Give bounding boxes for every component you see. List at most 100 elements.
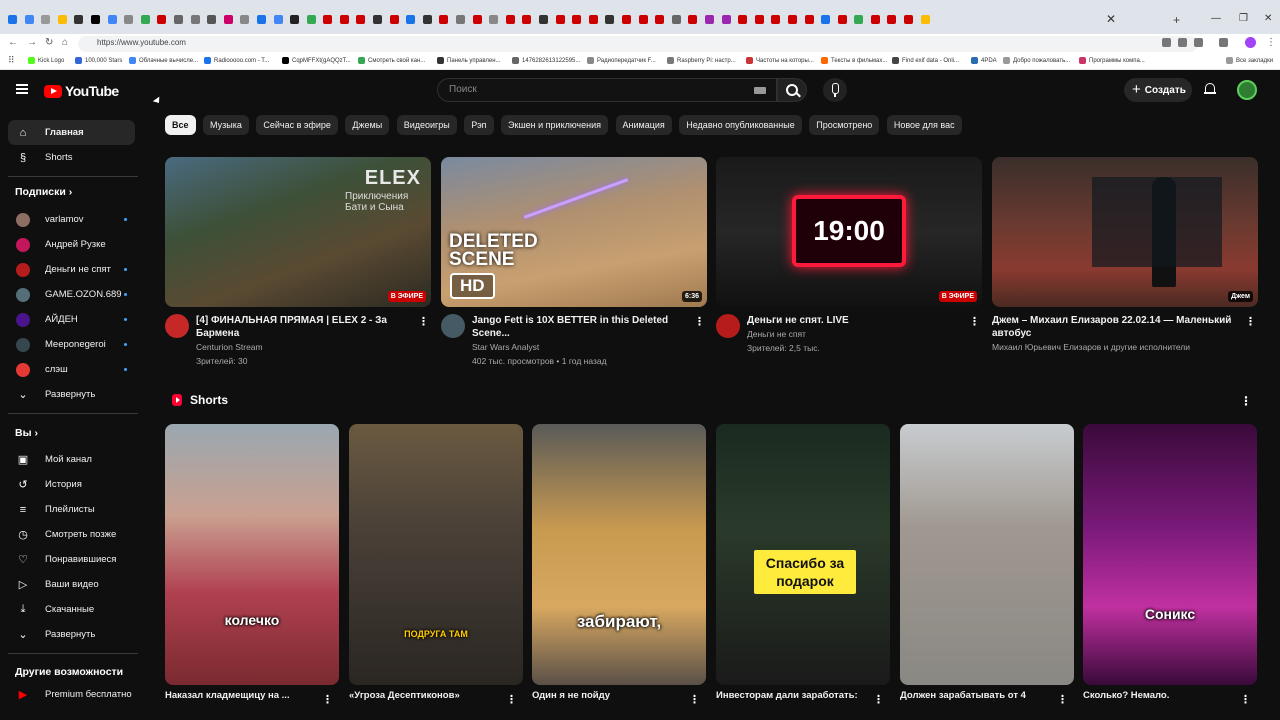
sidebar-item-you[interactable]: ♡ Понравившиеся [8, 547, 135, 572]
more-options-icon[interactable]: ⋮ [1245, 315, 1256, 328]
short-title[interactable]: Сколько? Немало. [1083, 690, 1257, 701]
tab-favicon[interactable] [539, 15, 548, 24]
video-thumbnail[interactable]: ELEX Приключения Бати и Сына В ЭФИРЕ [165, 157, 431, 307]
video-thumbnail[interactable]: 19:00 В ЭФИРЕ [716, 157, 982, 307]
filter-chip[interactable]: Джемы [345, 115, 390, 135]
sidebar-item-subscription[interactable]: Деньги не спят [8, 257, 135, 282]
home-browser-icon[interactable]: ⌂ [62, 37, 68, 48]
short-thumbnail[interactable]: Соникс [1083, 424, 1257, 685]
tab-favicon[interactable] [273, 15, 283, 24]
tab-favicon[interactable] [887, 15, 897, 24]
tab-favicon[interactable] [306, 15, 316, 24]
bookmark-item[interactable]: Панель управлен... [437, 57, 501, 64]
browser-menu-icon[interactable]: ⋮ [1266, 37, 1276, 48]
sidebar-item-premium[interactable]: ▶ Premium бесплатно [8, 682, 135, 707]
video-title[interactable]: Jango Fett is 10X BETTER in this Deleted… [472, 314, 693, 340]
filter-chip[interactable]: Анимация [615, 115, 672, 135]
channel-avatar[interactable] [716, 314, 740, 338]
tab-favicon[interactable] [290, 15, 300, 24]
tab-favicon[interactable] [356, 15, 366, 24]
tab-favicon[interactable] [157, 15, 167, 24]
tab-favicon[interactable] [505, 15, 515, 24]
expand-you-button[interactable]: ⌄ Развернуть [8, 622, 135, 647]
tab-favicon[interactable] [173, 15, 183, 24]
all-bookmarks[interactable]: Все закладки [1226, 57, 1273, 64]
bookmark-item[interactable]: CqpMFFXt(gAQQzT... [282, 57, 351, 64]
tab-favicon[interactable] [588, 15, 598, 24]
tab-favicon[interactable] [804, 15, 814, 24]
video-card[interactable]: Джем Джем – Михаил Елизаров 22.02.14 — Ма… [992, 157, 1258, 354]
short-thumbnail[interactable]: ПОДРУГА ТАМ [349, 424, 523, 685]
short-thumbnail[interactable]: колечко [165, 424, 339, 685]
tab-favicon[interactable] [439, 15, 449, 24]
channel-avatar[interactable] [441, 314, 465, 338]
tab-favicon[interactable] [655, 15, 665, 24]
channel-name[interactable]: Centurion Stream [196, 340, 417, 354]
tab-favicon[interactable] [190, 15, 200, 24]
address-bar[interactable]: https://www.youtube.com [78, 36, 1198, 52]
short-card[interactable]: Должен зарабатывать от 4 ⋮ [900, 424, 1074, 706]
bookmark-item[interactable]: Смотреть свой кан... [358, 57, 425, 64]
more-options-icon[interactable]: ⋮ [694, 315, 705, 328]
tab-favicon[interactable] [240, 15, 250, 24]
short-card[interactable]: Соникс Сколько? Немало. ⋮ [1083, 424, 1257, 706]
minimize-icon[interactable]: — [1211, 13, 1221, 24]
channel-name[interactable]: Star Wars Analyst [472, 340, 693, 354]
short-card[interactable]: забирают, Один я не пойду ⋮ [532, 424, 706, 706]
bookmark-item[interactable]: 1476282613122595... [512, 57, 580, 64]
short-title[interactable]: Должен зарабатывать от 4 [900, 690, 1074, 701]
video-thumbnail[interactable]: Джем [992, 157, 1258, 307]
video-title[interactable]: [4] ФИНАЛЬНАЯ ПРЯМАЯ | ELEX 2 - За Барме… [196, 314, 417, 340]
short-thumbnail[interactable]: Спасибо за подарок [716, 424, 890, 685]
voice-search-icon[interactable] [823, 78, 847, 102]
tab-favicon[interactable] [837, 15, 847, 24]
tab-favicon[interactable] [456, 15, 466, 24]
bookmark-item[interactable]: Радиопередатчик F... [587, 57, 656, 64]
tab-favicon[interactable] [323, 15, 333, 24]
tab-favicon[interactable] [8, 15, 17, 24]
reload-icon[interactable]: ↻ [45, 37, 53, 48]
filter-chip[interactable]: Просмотрено [809, 115, 880, 135]
more-options-icon[interactable]: ⋮ [1240, 693, 1251, 706]
account-avatar[interactable] [1237, 80, 1257, 100]
tab-favicon[interactable] [771, 15, 781, 24]
tab-favicon[interactable] [688, 15, 698, 24]
bookmark-item[interactable]: Kick Logo [28, 57, 64, 64]
bookmark-item[interactable]: Программы компа... [1079, 57, 1145, 64]
tab-favicon[interactable] [638, 15, 648, 24]
tab-favicon[interactable] [406, 15, 416, 24]
shorts-more-icon[interactable]: ⋮ [1240, 394, 1252, 408]
zoom-icon[interactable] [1162, 38, 1171, 47]
tab-favicon[interactable] [854, 15, 864, 24]
tab-favicon[interactable] [754, 15, 764, 24]
bookmark-item[interactable]: 100,000 Stars [75, 57, 122, 64]
tab-favicon[interactable] [787, 15, 797, 24]
filter-chip[interactable]: Новое для вас [886, 115, 962, 135]
tab-favicon[interactable] [721, 15, 731, 24]
cast-icon[interactable] [1178, 38, 1187, 47]
tab-favicon[interactable] [671, 15, 681, 24]
bookmark-item[interactable]: Find exif data - Onli... [892, 57, 959, 64]
bookmark-item[interactable]: Частоты на которы... [746, 57, 814, 64]
apps-icon[interactable]: ⠿ [8, 55, 15, 66]
sidebar-item-subscription[interactable]: АЙДЕН [8, 307, 135, 332]
sidebar-item-subscription[interactable]: varlamov [8, 207, 135, 232]
tab-favicon[interactable] [920, 15, 930, 24]
tab-favicon[interactable] [821, 15, 831, 24]
tab-favicon[interactable] [124, 15, 134, 24]
tab-favicon[interactable] [522, 15, 532, 24]
sidebar-item-you[interactable]: ▷ Ваши видео [8, 572, 135, 597]
short-thumbnail[interactable]: забирают, [532, 424, 706, 685]
tab-favicon[interactable] [555, 15, 565, 24]
youtube-logo[interactable]: YouTube [44, 83, 119, 99]
create-button[interactable]: + Создать [1124, 78, 1192, 102]
tab-favicon[interactable] [489, 15, 499, 24]
close-tab-icon[interactable]: ✕ [1106, 12, 1116, 26]
bookmark-star-icon[interactable] [1194, 38, 1203, 47]
tab-favicon[interactable] [870, 15, 880, 24]
sidebar-item-you[interactable]: ▣ Мой канал [8, 447, 135, 472]
maximize-icon[interactable]: ❐ [1239, 13, 1248, 24]
sidebar-item-subscription[interactable]: Андрей Рузке [8, 232, 135, 257]
video-card[interactable]: ELEX Приключения Бати и Сына В ЭФИРЕ [4] ФИ… [165, 157, 431, 368]
bookmark-item[interactable]: Облачные вычисле... [129, 57, 198, 64]
